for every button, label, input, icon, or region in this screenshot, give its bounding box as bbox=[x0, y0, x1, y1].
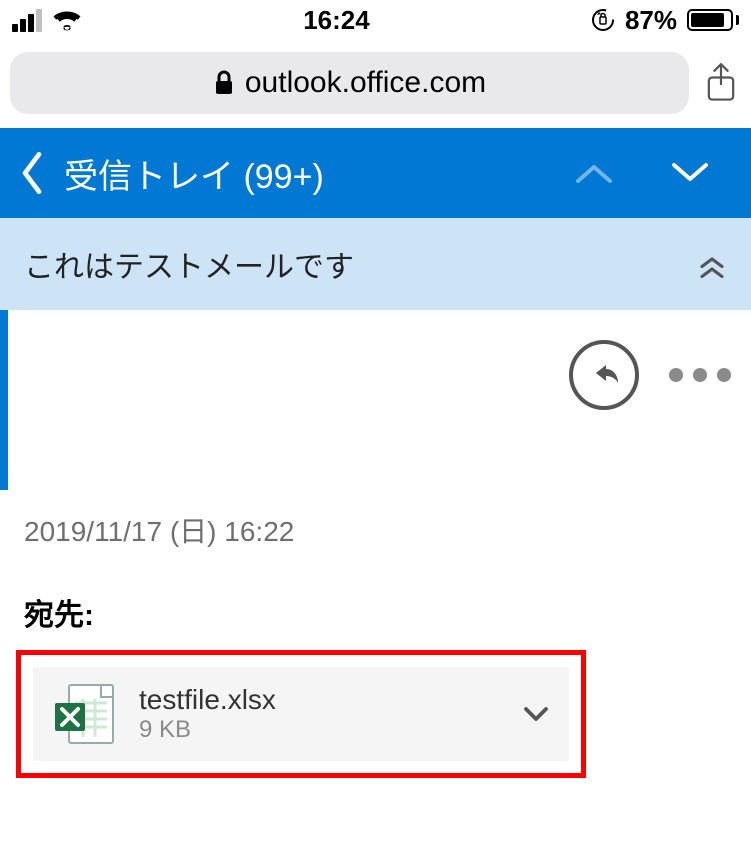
message-actions bbox=[569, 330, 731, 410]
share-button[interactable] bbox=[701, 63, 741, 103]
reply-button[interactable] bbox=[569, 340, 639, 410]
share-icon bbox=[704, 62, 738, 104]
attachment-size: 9 KB bbox=[139, 716, 276, 744]
orientation-lock-icon bbox=[591, 8, 615, 32]
status-right: 87% bbox=[591, 5, 739, 36]
more-actions-button[interactable] bbox=[669, 368, 731, 382]
subject-bar[interactable]: これはテストメールです bbox=[0, 218, 751, 310]
message-header bbox=[0, 310, 751, 490]
dot-icon bbox=[717, 368, 731, 382]
battery-percentage: 87% bbox=[625, 5, 677, 36]
url-pill[interactable]: outlook.office.com bbox=[10, 52, 689, 114]
folder-title[interactable]: 受信トレイ (99+) bbox=[64, 149, 324, 198]
attachment-info: testfile.xlsx 9 KB bbox=[139, 684, 276, 744]
browser-url-bar: outlook.office.com bbox=[0, 40, 751, 128]
message-date: 2019/11/17 (日) 16:22 bbox=[0, 490, 751, 550]
attachment-chevron-icon[interactable] bbox=[521, 699, 551, 729]
recipients-label: 宛先: bbox=[0, 550, 751, 644]
wifi-icon bbox=[52, 9, 82, 31]
dot-icon bbox=[693, 368, 707, 382]
chevron-down-icon bbox=[670, 161, 710, 185]
ios-status-bar: 16:24 87% bbox=[0, 0, 751, 40]
chevron-up-icon bbox=[574, 161, 614, 185]
cellular-signal-icon bbox=[12, 9, 42, 32]
attachment-filename: testfile.xlsx bbox=[139, 684, 276, 716]
status-time: 16:24 bbox=[82, 5, 591, 36]
excel-file-icon bbox=[51, 679, 121, 749]
next-message-button[interactable] bbox=[667, 158, 713, 188]
collapse-chevron-icon bbox=[697, 249, 727, 279]
reply-icon bbox=[586, 357, 622, 393]
attachment-card[interactable]: testfile.xlsx 9 KB bbox=[33, 667, 569, 761]
subject-text: これはテストメールです bbox=[24, 242, 354, 286]
highlight-annotation: testfile.xlsx 9 KB bbox=[16, 650, 586, 778]
battery-fill bbox=[691, 13, 724, 27]
lock-icon bbox=[213, 70, 235, 96]
previous-message-button[interactable] bbox=[571, 158, 617, 188]
back-chevron-icon[interactable] bbox=[18, 152, 46, 194]
url-text: outlook.office.com bbox=[245, 66, 486, 100]
battery-icon bbox=[687, 9, 739, 31]
dot-icon bbox=[669, 368, 683, 382]
outlook-header: 受信トレイ (99+) bbox=[0, 128, 751, 218]
status-left bbox=[12, 9, 82, 32]
